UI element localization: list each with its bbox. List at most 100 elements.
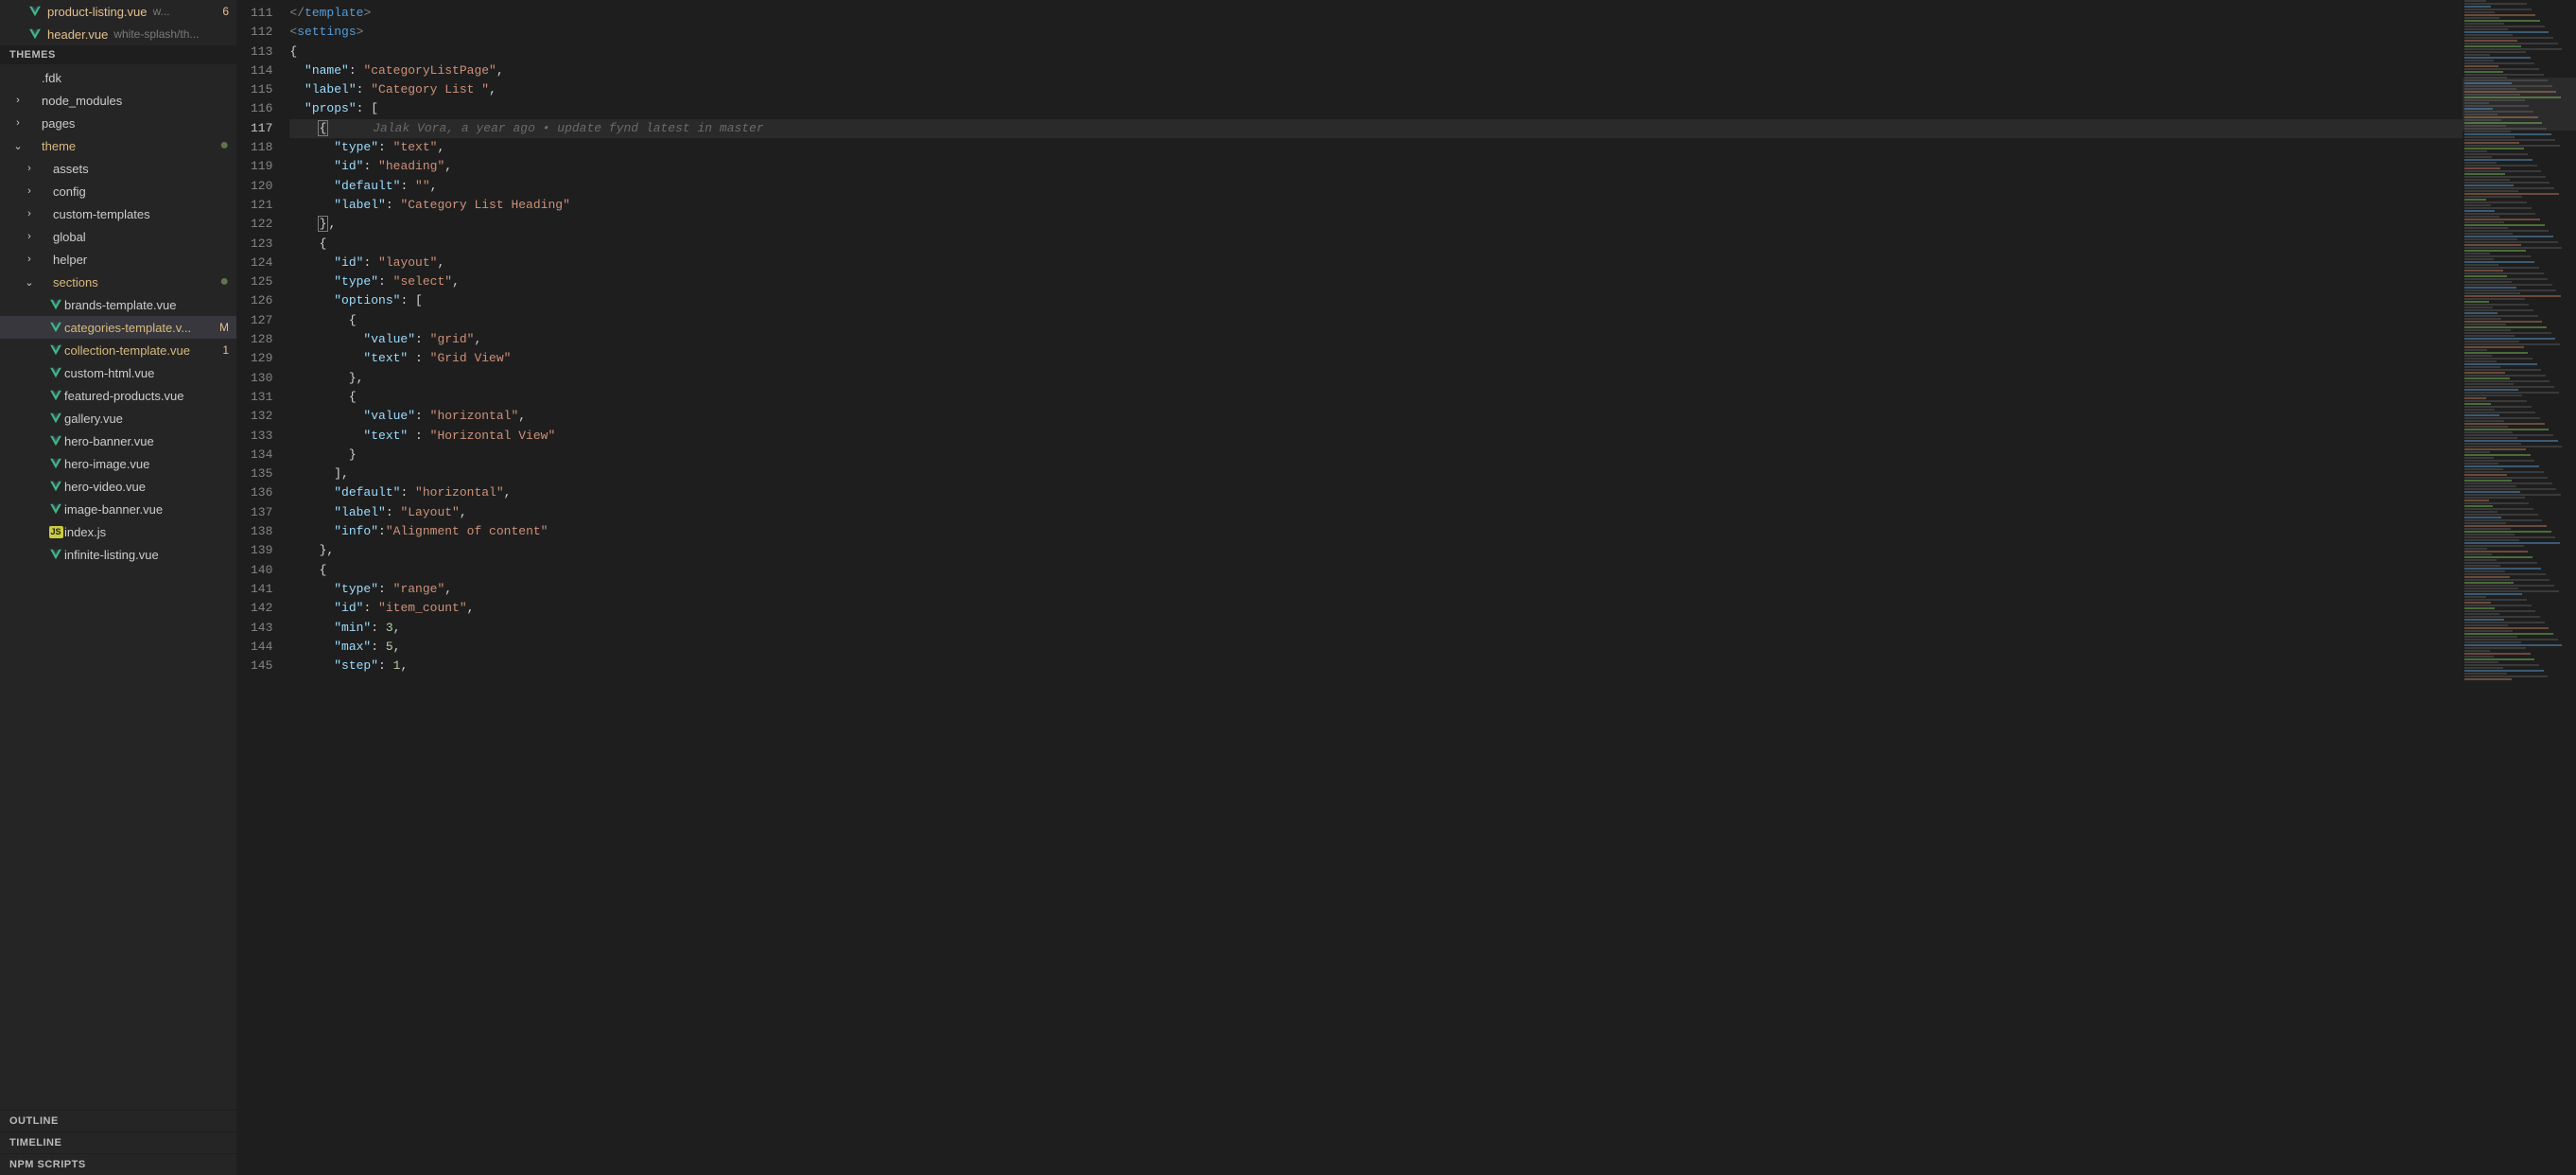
tree-row[interactable]: ›pages [0, 112, 236, 134]
file-tree: .fdk›node_modules›pages⌄theme●›assets›co… [0, 64, 236, 568]
open-editor-path: white-splash/th... [113, 27, 199, 41]
code-line[interactable]: "step": 1, [289, 657, 2463, 675]
minimap[interactable] [2463, 0, 2576, 1175]
code-line[interactable]: "label": "Category List Heading" [289, 196, 2463, 215]
code-line[interactable]: { [289, 311, 2463, 330]
tree-row[interactable]: featured-products.vue [0, 384, 236, 407]
code-line[interactable]: "default": "horizontal", [289, 483, 2463, 502]
tree-item-status: 1 [217, 343, 229, 357]
code-line[interactable]: }, [289, 215, 2463, 234]
chevron-icon: › [11, 95, 25, 106]
code-line[interactable]: } [289, 446, 2463, 465]
tree-item-status: ● [214, 142, 229, 149]
code-line[interactable]: "min": 3, [289, 619, 2463, 638]
tree-row[interactable]: hero-image.vue [0, 452, 236, 475]
tree-row[interactable]: JSindex.js [0, 520, 236, 543]
code-line[interactable]: "value": "grid", [289, 330, 2463, 349]
line-number: 112 [251, 23, 272, 42]
line-number: 144 [251, 638, 272, 657]
chevron-icon: › [23, 254, 36, 265]
minimap-viewport[interactable] [2463, 78, 2576, 131]
tree-row[interactable]: ›global [0, 225, 236, 248]
code-line[interactable]: "props": [ [289, 99, 2463, 118]
line-number: 119 [251, 157, 272, 176]
tree-row[interactable]: custom-html.vue [0, 361, 236, 384]
code-line[interactable]: "id": "item_count", [289, 599, 2463, 618]
code-line[interactable]: "options": [ [289, 291, 2463, 310]
tree-row[interactable]: ›config [0, 180, 236, 202]
tree-row[interactable]: collection-template.vue1 [0, 339, 236, 361]
code-line[interactable]: "label": "Layout", [289, 503, 2463, 522]
code-line[interactable]: "text" : "Horizontal View" [289, 427, 2463, 446]
cursor: { [318, 120, 329, 136]
code-line[interactable]: { [289, 235, 2463, 254]
code-line[interactable]: { [289, 388, 2463, 407]
line-number: 130 [251, 369, 272, 388]
tree-row[interactable]: › helper [0, 248, 236, 271]
outline-panel-header[interactable]: OUTLINE [0, 1110, 236, 1131]
line-number: 126 [251, 291, 272, 310]
vue-file-icon [49, 434, 62, 447]
line-number: 139 [251, 541, 272, 560]
code-line[interactable]: "value": "horizontal", [289, 407, 2463, 426]
code-line[interactable]: "max": 5, [289, 638, 2463, 657]
code-line[interactable]: }, [289, 541, 2463, 560]
tree-row[interactable]: gallery.vue [0, 407, 236, 430]
open-editor-item[interactable]: header.vuewhite-splash/th... [0, 23, 236, 45]
sidebar: product-listing.vuew...6header.vuewhite-… [0, 0, 237, 1175]
tree-row[interactable]: ⌄theme● [0, 134, 236, 157]
tree-item-label: helper [53, 253, 87, 267]
tree-item-label: image-banner.vue [64, 502, 163, 517]
open-editor-item[interactable]: product-listing.vuew...6 [0, 0, 236, 23]
tree-item-status: ● [214, 278, 229, 286]
tree-row[interactable]: infinite-listing.vue [0, 543, 236, 566]
tree-row[interactable]: categories-template.v...M [0, 316, 236, 339]
tree-row[interactable]: image-banner.vue [0, 498, 236, 520]
tree-row[interactable]: brands-template.vue [0, 293, 236, 316]
vue-file-icon [49, 480, 62, 493]
code-line[interactable]: "text" : "Grid View" [289, 349, 2463, 368]
code-line[interactable]: { Jalak Vora, a year ago • update fynd l… [289, 119, 2463, 138]
tree-row[interactable]: hero-video.vue [0, 475, 236, 498]
code-line[interactable]: "type": "range", [289, 580, 2463, 599]
code-area[interactable]: </template><settings>{ "name": "category… [289, 0, 2463, 1175]
code-line[interactable]: </template> [289, 4, 2463, 23]
editor[interactable]: 1111121131141151161171181191201211221231… [237, 0, 2576, 1175]
timeline-panel-header[interactable]: TIMELINE [0, 1131, 236, 1153]
tree-row[interactable]: .fdk [0, 66, 236, 89]
explorer-section-themes[interactable]: THEMES [0, 45, 236, 64]
line-number: 127 [251, 311, 272, 330]
tree-row[interactable]: ›assets [0, 157, 236, 180]
vue-file-icon [49, 502, 62, 516]
code-line[interactable]: "default": "", [289, 177, 2463, 196]
line-number: 115 [251, 80, 272, 99]
code-line[interactable]: }, [289, 369, 2463, 388]
code-line[interactable]: "id": "layout", [289, 254, 2463, 272]
tree-item-label: hero-video.vue [64, 480, 146, 494]
tree-item-label: gallery.vue [64, 412, 123, 426]
line-number: 121 [251, 196, 272, 215]
code-line[interactable]: "type": "select", [289, 272, 2463, 291]
code-line[interactable]: "info":"Alignment of content" [289, 522, 2463, 541]
tree-row[interactable]: ›custom-templates [0, 202, 236, 225]
tree-row[interactable]: ⌄sections● [0, 271, 236, 293]
chevron-icon: › [23, 163, 36, 174]
tree-row[interactable]: hero-banner.vue [0, 430, 236, 452]
code-line[interactable]: { [289, 43, 2463, 61]
npm-scripts-panel-header[interactable]: NPM SCRIPTS [0, 1153, 236, 1175]
open-editor-filename: product-listing.vue [47, 5, 148, 19]
code-line[interactable]: <settings> [289, 23, 2463, 42]
code-line[interactable]: "name": "categoryListPage", [289, 61, 2463, 80]
code-line[interactable]: "id": "heading", [289, 157, 2463, 176]
tree-row[interactable]: ›node_modules [0, 89, 236, 112]
code-line[interactable]: { [289, 561, 2463, 580]
code-line[interactable]: ], [289, 465, 2463, 483]
code-line[interactable]: "label": "Category List ", [289, 80, 2463, 99]
line-number: 141 [251, 580, 272, 599]
sidebar-scroll[interactable]: product-listing.vuew...6header.vuewhite-… [0, 0, 236, 1110]
line-number: 111 [251, 4, 272, 23]
tree-item-label: custom-html.vue [64, 366, 154, 380]
code-line[interactable]: "type": "text", [289, 138, 2463, 157]
vue-file-icon [49, 343, 62, 357]
line-number: 134 [251, 446, 272, 465]
